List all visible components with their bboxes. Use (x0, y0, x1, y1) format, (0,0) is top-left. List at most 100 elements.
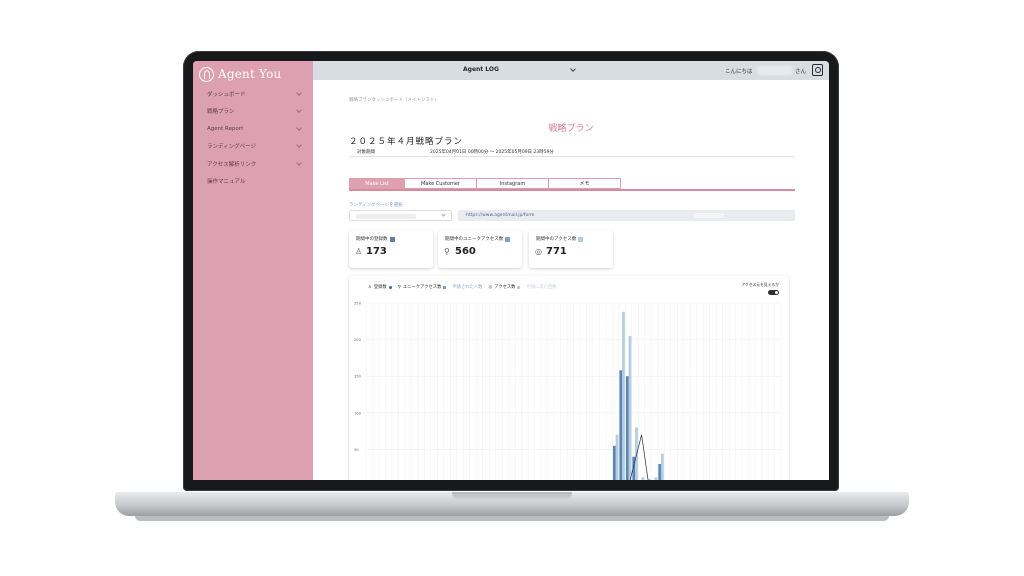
stat-label: 期間中のユニークアクセス数 (445, 236, 511, 242)
select-value-redacted (356, 214, 416, 219)
person-icon: ♙ (355, 247, 363, 256)
chevron-down-icon (296, 142, 302, 149)
source-toggle[interactable] (768, 290, 779, 295)
legend-swatch (389, 236, 395, 242)
user-name-redacted (757, 66, 793, 75)
chevron-down-icon (441, 212, 446, 217)
bar-access[interactable] (648, 478, 651, 480)
tab-memo[interactable]: メモ (549, 178, 621, 189)
y-tick-label: 150 (354, 375, 362, 379)
screen: Agent You ダッシュボード 戦略プラン Agent Report ランデ… (193, 61, 829, 480)
bar-access[interactable] (622, 311, 625, 480)
stat-card-registrations: 期間中の登録数 ♙ 173 (349, 230, 433, 268)
legend-label: 登録数 (373, 285, 387, 290)
page-title: ２０２５年４月戦略プラン (349, 137, 464, 147)
sidebar-item-access-links[interactable]: アクセス解析リンク (193, 155, 313, 173)
y-tick-label: 250 (354, 302, 362, 306)
legend-swatch (505, 236, 511, 242)
chevron-down-icon[interactable] (570, 66, 576, 72)
url-field[interactable]: https://www.agentmail.jp/form (458, 210, 795, 221)
legend-label: 申請された人数 (452, 285, 483, 290)
stat-card-unique-access: 期間中のユニークアクセス数 ⚲ 560 (438, 230, 522, 268)
topbar: Agent LOG こんにちは さん (313, 61, 829, 80)
laptop-feet (135, 516, 889, 521)
bar-access[interactable] (628, 335, 632, 480)
logo[interactable]: Agent You (199, 65, 281, 83)
sidebar-nav: ダッシュボード 戦略プラン Agent Report ランディングページ アクセ… (193, 85, 313, 190)
legend-item-registrations[interactable]: ♙ 登録数 (368, 284, 392, 290)
bar-unique[interactable] (619, 370, 623, 480)
bar-unique[interactable] (612, 445, 616, 480)
sidebar-item-dashboard[interactable]: ダッシュボード (193, 85, 313, 103)
tab-instagram[interactable]: Instagram (477, 178, 549, 189)
sidebar-item-label: ダッシュボード (207, 91, 246, 98)
tab-make-list[interactable]: Make List (349, 178, 405, 189)
sidebar: Agent You ダッシュボード 戦略プラン Agent Report ランデ… (193, 61, 313, 480)
bar-access[interactable] (654, 477, 658, 480)
chevron-down-icon (296, 89, 302, 96)
sidebar-item-label: アクセス解析リンク (207, 161, 257, 168)
landing-page-select[interactable] (349, 210, 452, 221)
sidebar-item-label: ランディングページ (207, 144, 257, 151)
bar-unique[interactable] (625, 376, 629, 480)
legend-item-access[interactable]: ◎ アクセス数 (488, 284, 521, 290)
breadcrumb[interactable]: 戦略ブランダッシュボード（メイトリスト） (349, 97, 439, 103)
unique-icon: ⚲ (444, 247, 450, 256)
chart-card: 250 200 150 100 50 ♙ 登録数 ⚲ ユニークアクセス数 申請された人数… (349, 276, 789, 480)
greeting: こんにちは (725, 69, 753, 75)
legend-swatch (443, 285, 447, 289)
url-text: https://www.agentmail.jp/form (466, 213, 535, 218)
bar-access[interactable] (615, 434, 619, 480)
stat-label-text: 期間中のユニークアクセス数 (445, 237, 504, 242)
period-value: 2025年04月01日 00時00分 〜 2025年05月09日 23時59分 (430, 150, 554, 155)
sidebar-item-label: 戦略プラン (207, 109, 235, 116)
sidebar-item-label: Agent Report (207, 125, 244, 132)
sidebar-item-agent-report[interactable]: Agent Report (193, 120, 313, 138)
legend-swatch (517, 285, 521, 289)
chart-legend: ♙ 登録数 ⚲ ユニークアクセス数 申請された人数 ◎ アクセス数 申請に来た回… (368, 284, 557, 291)
legend-label: 申請に来た回数 (526, 285, 557, 290)
legend-item-applied-visits[interactable]: 申請に来た回数 (526, 284, 556, 290)
greeting-suffix: さん (795, 69, 807, 75)
app-selector[interactable]: Agent LOG (463, 66, 499, 73)
legend-item-unique[interactable]: ⚲ ユニークアクセス数 (398, 284, 447, 290)
bar-unique[interactable] (658, 464, 662, 480)
laptop-notch (452, 492, 572, 501)
stat-value: 560 (455, 246, 476, 257)
period-label: 対象期間 (357, 150, 375, 155)
stat-label-text: 期間中の登録数 (356, 237, 388, 242)
legend-label: ユニークアクセス数 (402, 285, 442, 290)
logo-icon (199, 66, 214, 82)
logo-text: Agent You (218, 67, 282, 81)
user-menu-icon[interactable] (812, 64, 823, 76)
legend-swatch (578, 236, 584, 242)
y-tick-label: 200 (354, 338, 362, 342)
sidebar-item-manual[interactable]: 操作マニュアル (193, 173, 313, 191)
sidebar-item-landing-page[interactable]: ランディングページ (193, 138, 313, 156)
y-tick-label: 50 (354, 448, 359, 452)
period-row: 対象期間 2025年04月01日 00時00分 〜 2025年05月09日 23… (349, 147, 794, 157)
stat-label: 期間中の登録数 (356, 236, 395, 242)
tab-make-customer[interactable]: Make Customer (405, 178, 477, 189)
stat-label: 期間中のアクセス数 (536, 236, 584, 242)
main-content: 戦略ブランダッシュボード（メイトリスト） 戦略プラン ２０２５年４月戦略プラン … (313, 80, 829, 480)
lp-select-label: ランディングページを選択 (349, 203, 403, 208)
section-title: 戦略プラン (548, 124, 594, 134)
bar-access[interactable] (641, 477, 645, 480)
stat-card-access: 期間中のアクセス数 ◎ 771 (529, 230, 613, 268)
chevron-down-icon (296, 124, 302, 131)
tab-underline (349, 189, 795, 191)
y-tick-label: 100 (354, 411, 362, 415)
sidebar-item-strategy-plan[interactable]: 戦略プラン (193, 103, 313, 121)
toggle-label: アクセス元を見えるか (741, 282, 779, 287)
sidebar-item-label: 操作マニュアル (207, 179, 246, 186)
stat-value: 173 (366, 246, 387, 257)
eye-icon: ◎ (535, 247, 542, 256)
bar-access[interactable] (661, 453, 664, 480)
legend-label: アクセス数 (494, 285, 516, 290)
url-redacted (694, 213, 724, 218)
legend-swatch (388, 285, 392, 289)
chevron-down-icon (296, 107, 302, 114)
legend-item-applied[interactable]: 申請された人数 (452, 284, 482, 290)
chevron-down-icon (296, 159, 302, 166)
